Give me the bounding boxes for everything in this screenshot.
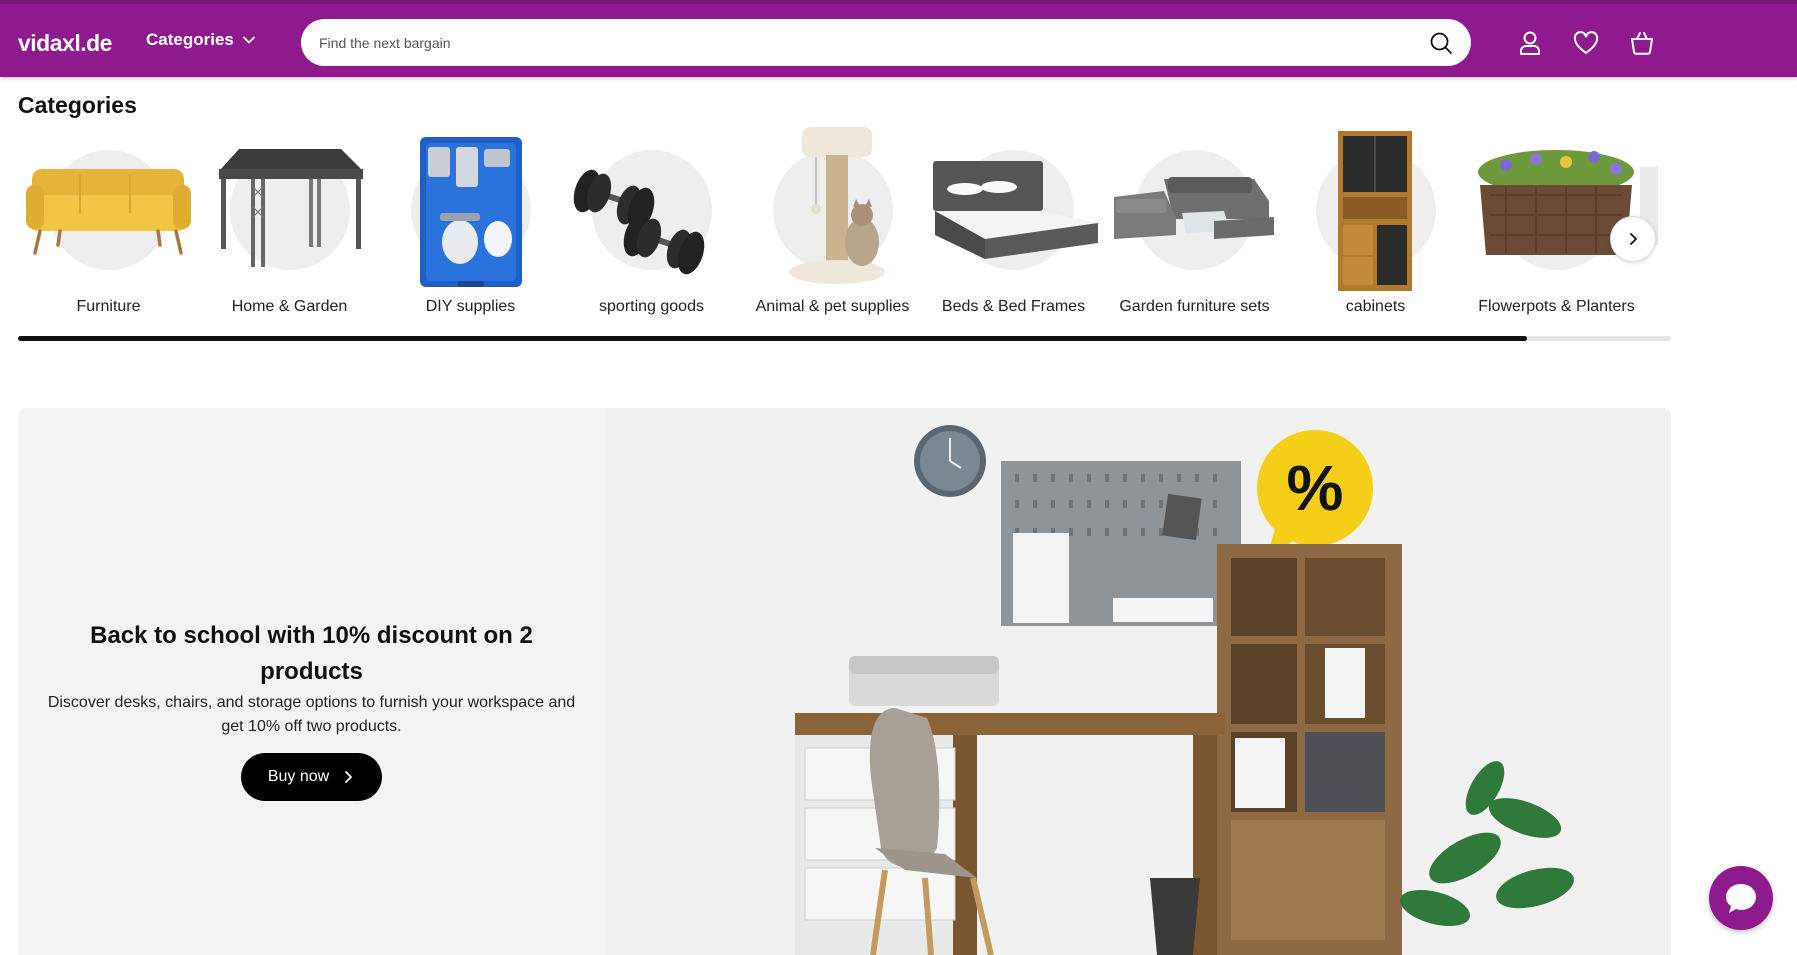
carousel-scrollbar[interactable] — [18, 336, 1671, 341]
promo-description: Discover desks, chairs, and storage opti… — [47, 694, 576, 735]
categories-menu-button[interactable]: Categories — [146, 30, 256, 50]
category-label: Beds & Bed Frames — [941, 298, 1086, 315]
category-sporting-goods[interactable]: sporting goods — [561, 125, 742, 325]
site-header: vidaxl.de Categories — [0, 0, 1797, 77]
dumbbells-icon — [573, 169, 705, 275]
chevron-down-icon — [242, 36, 255, 44]
user-icon[interactable] — [1516, 29, 1544, 57]
heart-icon[interactable] — [1572, 29, 1600, 57]
category-label: DIY supplies — [425, 298, 516, 315]
search-input[interactable] — [319, 34, 1429, 51]
categories-heading: Categories — [18, 92, 137, 118]
logo[interactable]: vidaxl.de — [18, 26, 112, 60]
carousel-next-button[interactable] — [1610, 216, 1656, 262]
category-label: sporting goods — [599, 298, 704, 315]
promo-text-panel: Back to school with 10% discount on 2 pr… — [18, 408, 605, 955]
categories-menu-label: Categories — [146, 30, 234, 49]
category-label: Animal & pet supplies — [755, 298, 910, 315]
promo-title: Back to school with 10% discount on 2 pr… — [90, 622, 533, 685]
lounge-set-icon — [1114, 177, 1274, 239]
cart-icon[interactable] — [1628, 29, 1656, 57]
chat-button[interactable] — [1709, 866, 1773, 930]
promo-banner: Back to school with 10% discount on 2 pr… — [18, 408, 1671, 955]
chevron-right-icon — [1630, 233, 1637, 245]
sofa-icon — [26, 169, 191, 255]
search-icon[interactable] — [1429, 31, 1453, 55]
chevron-right-icon — [345, 771, 353, 783]
category-home-garden[interactable]: Home & Garden — [199, 125, 380, 325]
category-label: Flowerpots & Planters — [1478, 298, 1635, 315]
discount-badge: % — [1287, 452, 1344, 524]
cabinet-icon — [1338, 131, 1412, 291]
gazebo-icon — [219, 149, 363, 267]
cat-tree-icon — [789, 127, 885, 284]
bed-icon — [933, 161, 1098, 259]
search-bar — [301, 19, 1471, 66]
category-label: Home & Garden — [231, 298, 348, 315]
category-diy-supplies[interactable]: DIY supplies — [380, 125, 561, 325]
buy-now-label: Buy now — [267, 768, 330, 785]
category-garden-furniture-sets[interactable]: Garden furniture sets — [1104, 125, 1285, 325]
chat-icon — [1726, 884, 1756, 913]
category-carousel: Furniture Home & Garden DIY supplies spo… — [18, 125, 1673, 325]
category-furniture[interactable]: Furniture — [18, 125, 199, 325]
category-label: cabinets — [1345, 298, 1406, 315]
planter-icon — [1478, 150, 1634, 255]
category-animal-pet-supplies[interactable]: Animal & pet supplies — [742, 125, 923, 325]
carousel-scrollbar-thumb[interactable] — [18, 336, 1528, 341]
workspace-image[interactable]: % — [605, 408, 1671, 955]
logo-text: vidaxl.de — [18, 29, 112, 56]
tool-case-icon — [420, 137, 522, 287]
category-label: Garden furniture sets — [1119, 298, 1270, 315]
category-label: Furniture — [76, 298, 141, 315]
buy-now-button[interactable]: Buy now — [241, 753, 382, 801]
category-beds-bed-frames[interactable]: Beds & Bed Frames — [923, 125, 1104, 325]
category-cabinets[interactable]: cabinets — [1285, 125, 1466, 325]
